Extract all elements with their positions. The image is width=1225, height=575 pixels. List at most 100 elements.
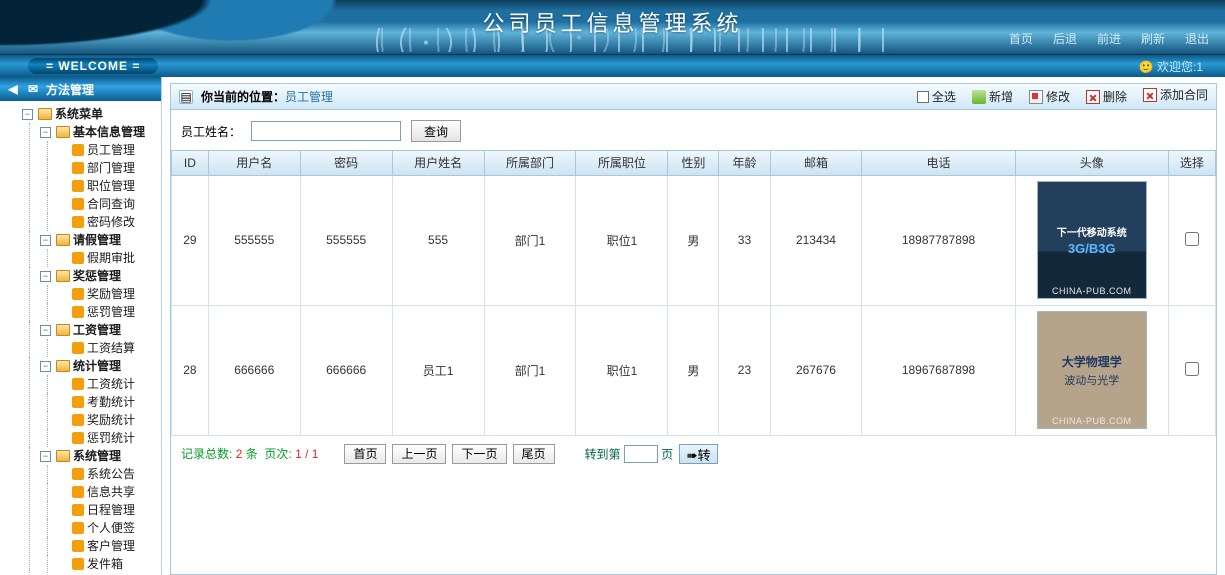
tree-leaf[interactable]: 日程管理 xyxy=(58,501,159,519)
select-all-label: 全选 xyxy=(932,88,956,105)
toolbar: 全选 新增 修改 删除 添加合同 xyxy=(917,88,1208,105)
delete-icon xyxy=(1086,90,1100,104)
tree-leaf[interactable]: 客户管理 xyxy=(58,537,159,555)
table-row: 28666666666666员工1部门1职位1男2326767618967687… xyxy=(172,305,1216,435)
leaf-icon xyxy=(72,306,84,318)
row-checkbox[interactable] xyxy=(1185,362,1199,376)
leaf-icon xyxy=(72,414,84,426)
tree-leaf[interactable]: 合同查询 xyxy=(58,195,159,213)
tree-leaf[interactable]: 系统公告 xyxy=(58,465,159,483)
welcome-greeting: 🙂 欢迎您:1 xyxy=(1139,58,1203,75)
collapse-icon[interactable]: − xyxy=(40,325,51,336)
app-title: 公司员工信息管理系统 xyxy=(482,6,742,38)
tree-leaf-label: 奖励统计 xyxy=(87,411,135,429)
pager-page-fraction: 1 / 1 xyxy=(295,447,318,461)
folder-icon xyxy=(56,270,70,282)
table-cell: 29 xyxy=(172,175,209,305)
pager-next[interactable]: 下一页 xyxy=(452,444,506,464)
tree-leaf[interactable]: 信息共享 xyxy=(58,483,159,501)
folder-icon xyxy=(56,126,70,138)
collapse-icon[interactable]: − xyxy=(40,271,51,282)
nav-home[interactable]: 首页 xyxy=(1009,30,1033,47)
table-cell: 18967687898 xyxy=(862,305,1015,435)
table-row: 29555555555555555部门1职位1男3321343418987787… xyxy=(172,175,1216,305)
tree-leaf-label: 系统公告 xyxy=(87,465,135,483)
tree-leaf[interactable]: 个人便签 xyxy=(58,519,159,537)
pager-prev[interactable]: 上一页 xyxy=(392,444,446,464)
table-cell: 男 xyxy=(668,175,719,305)
tree-leaf[interactable]: 员工管理 xyxy=(58,141,159,159)
tree-leaf[interactable]: 工资统计 xyxy=(58,375,159,393)
avatar-cell: 下一代移动系统3G/B3GCHINA-PUB.COM xyxy=(1015,175,1168,305)
table-cell: 213434 xyxy=(770,175,862,305)
collapse-icon[interactable]: − xyxy=(40,451,51,462)
tree-root[interactable]: − 系统菜单 xyxy=(22,105,159,123)
chevron-left-icon[interactable]: ◀ xyxy=(6,82,20,96)
tree-leaf[interactable]: 发件箱 xyxy=(58,555,159,573)
pager-jump-input[interactable] xyxy=(624,445,658,463)
nav-forward[interactable]: 前进 xyxy=(1097,30,1121,47)
nav-back[interactable]: 后退 xyxy=(1053,30,1077,47)
tree-leaf[interactable]: 密码修改 xyxy=(58,213,159,231)
tree-leaf[interactable]: 部门管理 xyxy=(58,159,159,177)
leaf-icon xyxy=(72,342,84,354)
tree-group[interactable]: −请假管理 xyxy=(40,231,159,249)
contract-icon xyxy=(1143,88,1157,102)
pager-first[interactable]: 首页 xyxy=(344,444,386,464)
tree-leaf[interactable]: 惩罚管理 xyxy=(58,303,159,321)
tree-leaf-label: 考勤统计 xyxy=(87,393,135,411)
nav-logout[interactable]: 退出 xyxy=(1185,30,1209,47)
tree-group[interactable]: −奖惩管理 xyxy=(40,267,159,285)
tree-leaf[interactable]: 工资结算 xyxy=(58,339,159,357)
leaf-icon xyxy=(72,432,84,444)
nav-refresh[interactable]: 刷新 xyxy=(1141,30,1165,47)
tree-leaf-label: 奖励管理 xyxy=(87,285,135,303)
table-header-cell: 年龄 xyxy=(719,151,770,175)
tree-leaf[interactable]: 奖励管理 xyxy=(58,285,159,303)
search-input[interactable] xyxy=(251,121,401,141)
search-label: 员工姓名： xyxy=(181,123,241,140)
tree-group[interactable]: − 统计管理 xyxy=(40,357,159,375)
leaf-icon xyxy=(72,522,84,534)
collapse-icon[interactable]: − xyxy=(22,109,33,120)
add-contract-label: 添加合同 xyxy=(1160,89,1208,101)
leaf-icon xyxy=(72,486,84,498)
tree-group[interactable]: −基本信息管理 xyxy=(40,123,159,141)
tree-leaf-label: 假期审批 xyxy=(87,249,135,267)
edit-icon xyxy=(1029,90,1043,104)
tree-leaf[interactable]: 职位管理 xyxy=(58,177,159,195)
select-cell xyxy=(1168,305,1215,435)
tree-leaf-label: 合同查询 xyxy=(87,195,135,213)
pager-last[interactable]: 尾页 xyxy=(513,444,555,464)
row-checkbox[interactable] xyxy=(1185,232,1199,246)
leaf-icon xyxy=(72,378,84,390)
tree-group[interactable]: −工资管理 xyxy=(40,321,159,339)
leaf-icon xyxy=(72,180,84,192)
add-contract-button[interactable]: 添加合同 xyxy=(1143,88,1208,102)
delete-button[interactable]: 删除 xyxy=(1086,88,1127,105)
tree-leaf-label: 个人便签 xyxy=(87,519,135,537)
edit-button[interactable]: 修改 xyxy=(1029,88,1070,105)
tree-leaf-label: 惩罚管理 xyxy=(87,303,135,321)
pager-go[interactable]: ➠转 xyxy=(679,444,718,464)
tree-leaf[interactable]: 惩罚统计 xyxy=(58,429,159,447)
tree-leaf-label: 部门管理 xyxy=(87,159,135,177)
collapse-icon[interactable]: − xyxy=(40,361,51,372)
breadcrumb-prefix: 你当前的位置： xyxy=(201,90,285,104)
tree-leaf[interactable]: 奖励统计 xyxy=(58,411,159,429)
search-button[interactable]: 查询 xyxy=(411,120,461,142)
new-button[interactable]: 新增 xyxy=(972,88,1013,105)
table-header-cell: 性别 xyxy=(668,151,719,175)
collapse-icon[interactable]: − xyxy=(40,235,51,246)
tree-group-label: 统计管理 xyxy=(73,357,121,375)
select-all-toggle[interactable]: 全选 xyxy=(917,88,956,105)
tree-leaf[interactable]: 考勤统计 xyxy=(58,393,159,411)
tree-group[interactable]: −系统管理 xyxy=(40,447,159,465)
leaf-icon xyxy=(72,252,84,264)
pager-pages-label: 页次: xyxy=(264,447,291,461)
collapse-icon[interactable]: − xyxy=(40,127,51,138)
tree-leaf[interactable]: 假期审批 xyxy=(58,249,159,267)
table-header-cell: 用户姓名 xyxy=(392,151,484,175)
tree-leaf-label: 员工管理 xyxy=(87,141,135,159)
tree-root-label: 系统菜单 xyxy=(55,105,103,123)
